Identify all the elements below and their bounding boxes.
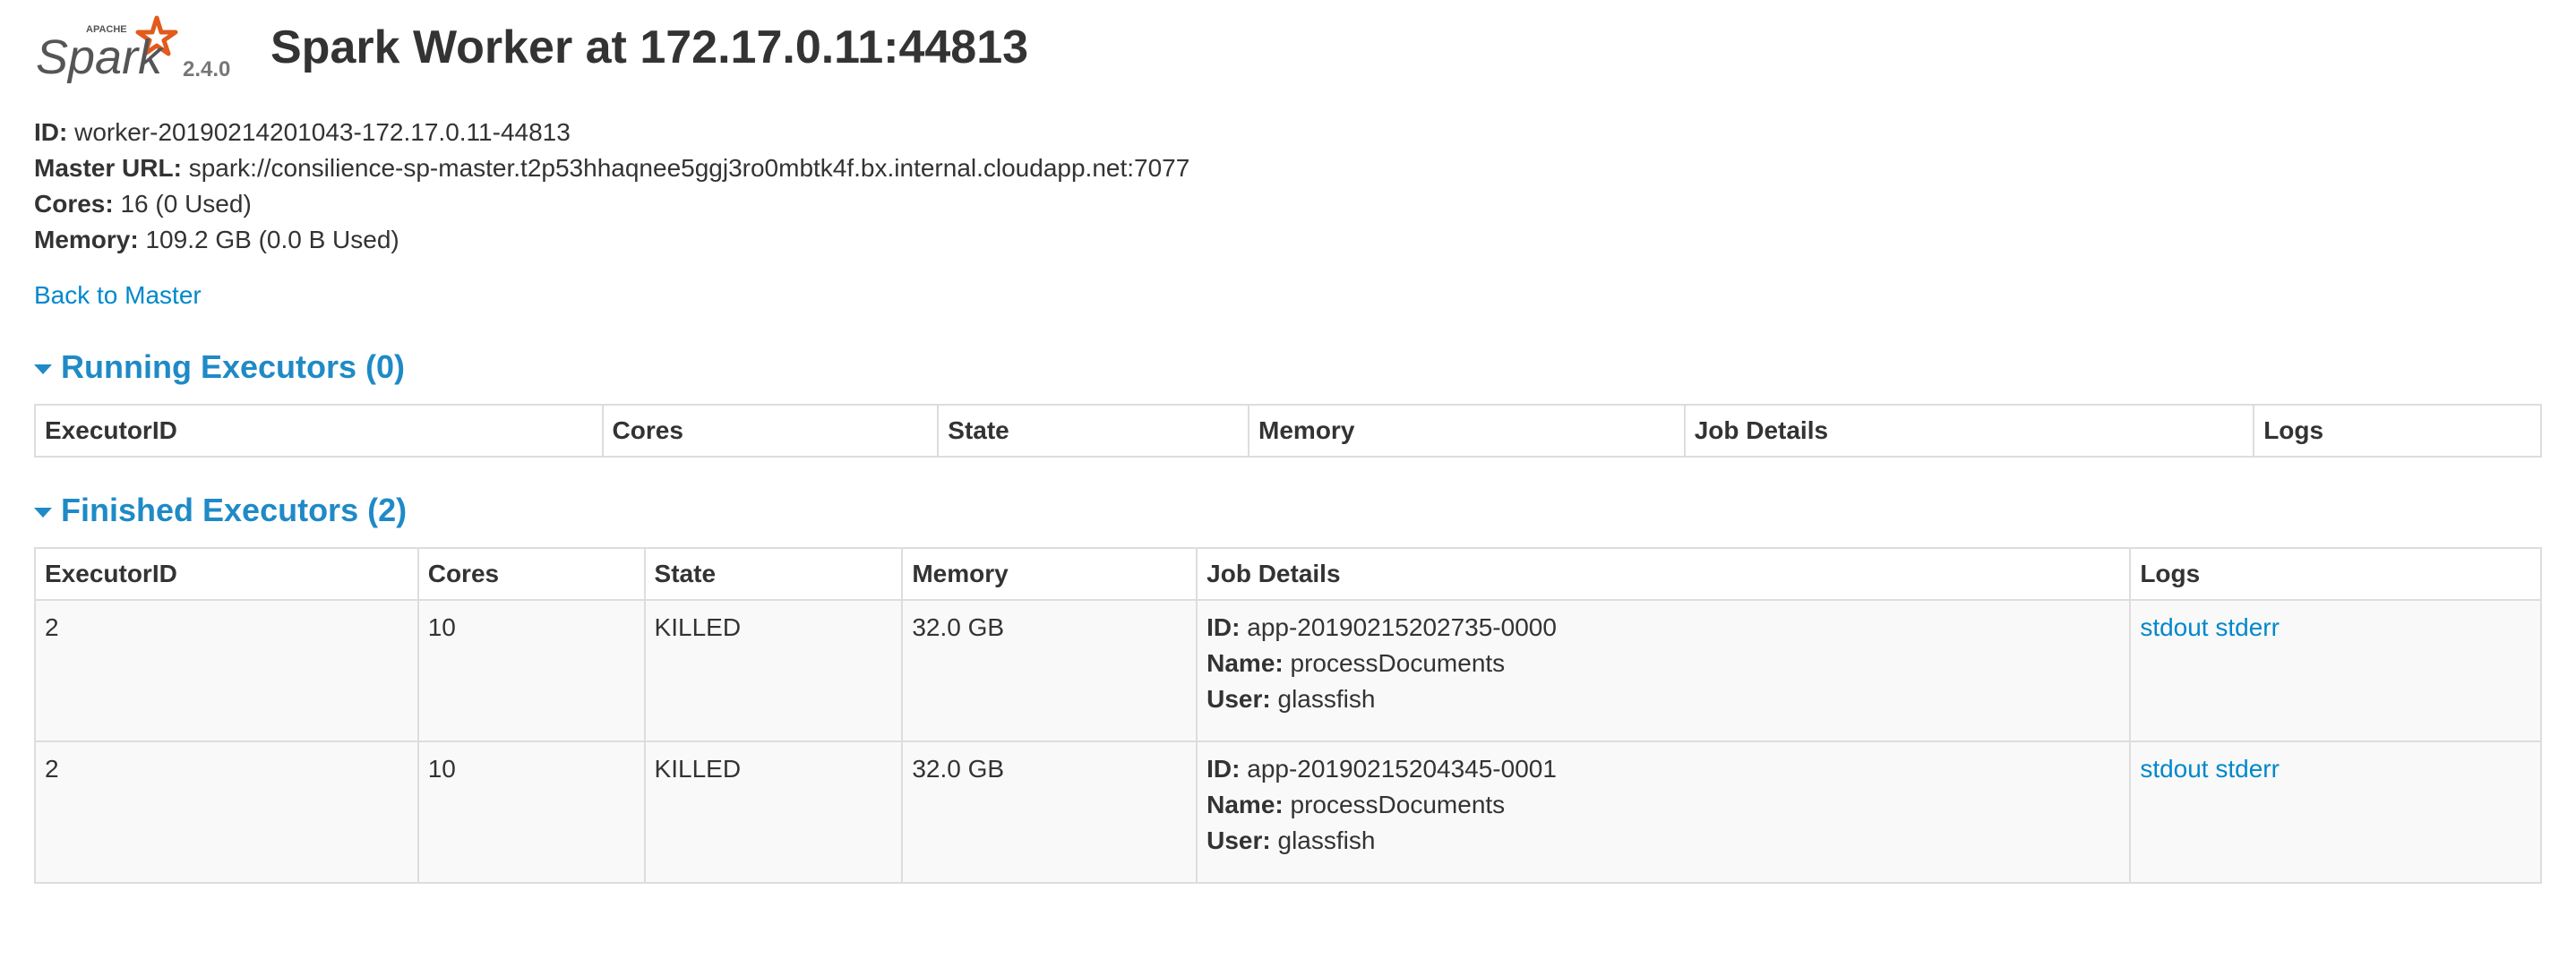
running-executors-table: ExecutorID Cores State Memory Job Detail… bbox=[34, 404, 2542, 458]
column-header-executorid[interactable]: ExecutorID bbox=[34, 547, 419, 601]
cell-job-details: ID: app-20190215204345-0001 Name: proces… bbox=[1196, 741, 2132, 884]
job-user: User: glassfish bbox=[1206, 823, 2120, 859]
cell-state: KILLED bbox=[643, 599, 904, 742]
logo-wordmark: Spark bbox=[36, 30, 165, 84]
summary-id-value: worker-20190214201043-172.17.0.11-44813 bbox=[74, 118, 571, 146]
summary-master-label: Master URL: bbox=[34, 154, 182, 182]
table-header-row: ExecutorID Cores State Memory Job Detail… bbox=[34, 547, 2542, 601]
summary-cores-value: 16 (0 Used) bbox=[120, 190, 252, 218]
logo-apache-text: APACHE bbox=[86, 24, 127, 35]
cell-executor-id: 2 bbox=[34, 741, 419, 884]
collapse-arrow-icon bbox=[34, 507, 52, 518]
job-name-value: processDocuments bbox=[1290, 649, 1506, 677]
stdout-link[interactable]: stdout bbox=[2140, 755, 2208, 783]
cell-logs: stdout stderr bbox=[2129, 599, 2542, 742]
job-app-id: ID: app-20190215204345-0001 bbox=[1206, 751, 2120, 787]
column-header-state[interactable]: State bbox=[643, 547, 904, 601]
page-title: Spark Worker at 172.17.0.11:44813 bbox=[270, 21, 1029, 73]
column-header-state[interactable]: State bbox=[937, 404, 1250, 458]
summary-id: ID: worker-20190214201043-172.17.0.11-44… bbox=[34, 115, 1189, 150]
summary-master-value: spark://consilience-sp-master.t2p53hhaqn… bbox=[188, 154, 1190, 182]
job-user-label: User: bbox=[1206, 826, 1271, 854]
worker-summary: ID: worker-20190214201043-172.17.0.11-44… bbox=[34, 115, 1189, 258]
job-id-label: ID: bbox=[1206, 613, 1241, 641]
job-name-label: Name: bbox=[1206, 791, 1284, 818]
job-user-value: glassfish bbox=[1277, 685, 1376, 713]
spark-logo[interactable]: Spark APACHE 2.4.0 bbox=[34, 11, 230, 91]
column-header-memory[interactable]: Memory bbox=[901, 547, 1198, 601]
running-executors-header[interactable]: Running Executors (0) bbox=[34, 347, 405, 387]
table-row: 2 10 KILLED 32.0 GB ID: app-201902152043… bbox=[34, 741, 2542, 884]
cell-logs: stdout stderr bbox=[2129, 741, 2542, 884]
stdout-link[interactable]: stdout bbox=[2140, 613, 2208, 641]
job-user: User: glassfish bbox=[1206, 681, 2120, 717]
job-name-value: processDocuments bbox=[1290, 791, 1506, 818]
table-row: 2 10 KILLED 32.0 GB ID: app-201902152027… bbox=[34, 599, 2542, 742]
running-executors-title: Running Executors (0) bbox=[61, 348, 406, 385]
cell-cores: 10 bbox=[416, 741, 646, 884]
column-header-logs[interactable]: Logs bbox=[2253, 404, 2542, 458]
column-header-logs[interactable]: Logs bbox=[2129, 547, 2542, 601]
job-user-label: User: bbox=[1206, 685, 1271, 713]
back-to-master-link[interactable]: Back to Master bbox=[34, 278, 202, 313]
table-header-row: ExecutorID Cores State Memory Job Detail… bbox=[34, 404, 2542, 458]
column-header-cores[interactable]: Cores bbox=[416, 547, 646, 601]
cell-state: KILLED bbox=[643, 741, 904, 884]
stderr-link[interactable]: stderr bbox=[2215, 755, 2280, 783]
finished-executors-table: ExecutorID Cores State Memory Job Detail… bbox=[34, 547, 2542, 884]
stderr-link[interactable]: stderr bbox=[2215, 613, 2280, 641]
column-header-job-details[interactable]: Job Details bbox=[1196, 547, 2132, 601]
header: Spark APACHE 2.4.0 Spark Worker at 172.1… bbox=[34, 11, 1028, 91]
finished-executors-title: Finished Executors (2) bbox=[61, 492, 408, 528]
summary-memory: Memory: 109.2 GB (0.0 B Used) bbox=[34, 222, 1189, 258]
cell-cores: 10 bbox=[416, 599, 646, 742]
job-name-label: Name: bbox=[1206, 649, 1284, 677]
column-header-cores[interactable]: Cores bbox=[601, 404, 940, 458]
job-app-id: ID: app-20190215202735-0000 bbox=[1206, 610, 2120, 646]
job-id-value: app-20190215204345-0001 bbox=[1247, 755, 1557, 783]
job-id-value: app-20190215202735-0000 bbox=[1247, 613, 1557, 641]
finished-executors-header[interactable]: Finished Executors (2) bbox=[34, 491, 407, 530]
summary-cores-label: Cores: bbox=[34, 190, 114, 218]
summary-master-url: Master URL: spark://consilience-sp-maste… bbox=[34, 150, 1189, 186]
column-header-job-details[interactable]: Job Details bbox=[1683, 404, 2255, 458]
collapse-arrow-icon bbox=[34, 364, 52, 374]
cell-executor-id: 2 bbox=[34, 599, 419, 742]
page: Spark APACHE 2.4.0 Spark Worker at 172.1… bbox=[0, 0, 2576, 976]
summary-memory-label: Memory: bbox=[34, 226, 139, 253]
summary-cores: Cores: 16 (0 Used) bbox=[34, 186, 1189, 222]
spark-logo-icon: Spark APACHE bbox=[36, 15, 178, 84]
job-name: Name: processDocuments bbox=[1206, 787, 2120, 823]
column-header-memory[interactable]: Memory bbox=[1248, 404, 1686, 458]
cell-memory: 32.0 GB bbox=[901, 599, 1198, 742]
job-id-label: ID: bbox=[1206, 755, 1241, 783]
column-header-executorid[interactable]: ExecutorID bbox=[34, 404, 604, 458]
cell-memory: 32.0 GB bbox=[901, 741, 1198, 884]
job-name: Name: processDocuments bbox=[1206, 646, 2120, 681]
cell-job-details: ID: app-20190215202735-0000 Name: proces… bbox=[1196, 599, 2132, 742]
version-label: 2.4.0 bbox=[183, 57, 231, 81]
summary-id-label: ID: bbox=[34, 118, 68, 146]
job-user-value: glassfish bbox=[1277, 826, 1376, 854]
summary-memory-value: 109.2 GB (0.0 B Used) bbox=[145, 226, 399, 253]
